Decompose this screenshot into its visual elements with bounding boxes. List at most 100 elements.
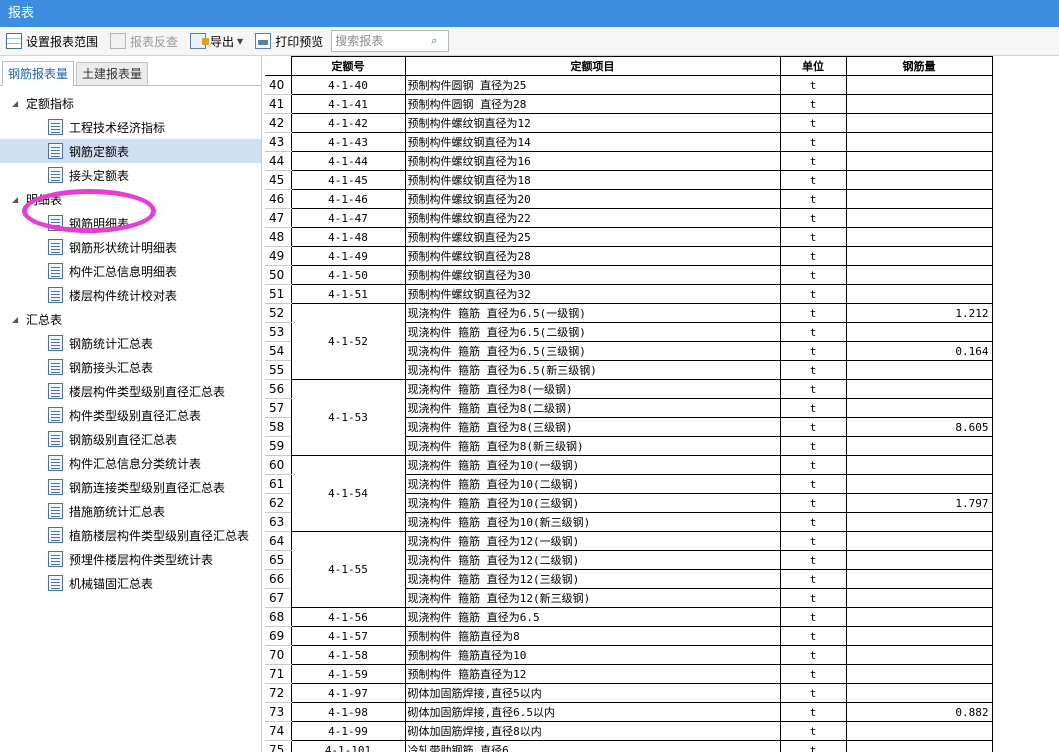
report-doc-icon (48, 359, 63, 375)
table-row[interactable]: 56 4-1-53 现浇构件 箍筋 直径为8(一级钢) t (265, 379, 993, 456)
table-row[interactable]: 71 4-1-59 预制构件 箍筋直径为12 t (265, 664, 993, 684)
tree-item-planted-rebar-summary[interactable]: 植筋楼层构件类型级别直径汇总表 (0, 523, 261, 547)
table-row[interactable]: 43 4-1-43 预制构件螺纹钢直径为14 t (265, 132, 993, 152)
quota-item-cell: 砌体加固筋焊接,直径5以内 (404, 683, 781, 703)
unit-cell: t (779, 474, 847, 494)
table-row[interactable]: 42 4-1-42 预制构件螺纹钢直径为12 t (265, 113, 993, 133)
tree-item-rebar-shape-detail[interactable]: 钢筋形状统计明细表 (0, 235, 261, 259)
quota-item-cell: 现浇构件 箍筋 直径为12(新三级钢) (404, 588, 781, 608)
unit-cell: t (779, 189, 847, 209)
unit-cell: t (779, 284, 847, 304)
unit-cell: t (779, 303, 847, 323)
set-report-range-button[interactable]: 设置报表范围 (6, 30, 98, 52)
table-row[interactable]: 73 4-1-98 砌体加固筋焊接,直径6.5以内 t 0.882 (265, 702, 993, 722)
tree-group-summary[interactable]: ◢ 汇总表 (0, 307, 261, 331)
report-grid: 定额号 定额项目 单位 钢筋量 40 4-1-40 预制构件圆钢 直径为25 t 41 4… (265, 56, 1059, 752)
quota-item-cell: 冷轧带肋钢筋 直径6 (404, 740, 781, 752)
expand-triangle-icon[interactable]: ◢ (12, 99, 26, 108)
table-row[interactable]: 75 4-1-101 冷轧带肋钢筋 直径6 t (265, 740, 993, 752)
tree-item-floor-type-grade-diameter[interactable]: 楼层构件类型级别直径汇总表 (0, 379, 261, 403)
table-row[interactable]: 46 4-1-46 预制构件螺纹钢直径为20 t (265, 189, 993, 209)
rebar-qty-cell: 1.212 (845, 303, 993, 323)
quota-item-cell: 现浇构件 箍筋 直径为6.5 (404, 607, 781, 627)
expand-triangle-icon[interactable]: ◢ (12, 315, 26, 324)
row-number: 75 (265, 740, 291, 752)
row-number: 67 (265, 588, 291, 608)
unit-cell: t (779, 740, 847, 752)
tree-item-rebar-quota[interactable]: 钢筋定额表 (0, 139, 261, 163)
report-range-icon (6, 33, 22, 49)
tree-item-label: 楼层构件类型级别直径汇总表 (69, 384, 226, 399)
tree-item-label: 植筋楼层构件类型级别直径汇总表 (69, 528, 250, 543)
table-row[interactable]: 72 4-1-97 砌体加固筋焊接,直径5以内 t (265, 683, 993, 703)
tree-item-connection-type-grade-diameter[interactable]: 钢筋连接类型级别直径汇总表 (0, 475, 261, 499)
tree-item-component-category-stat[interactable]: 构件汇总信息分类统计表 (0, 451, 261, 475)
tree-group-detail[interactable]: ◢ 明细表 (0, 187, 261, 211)
table-row[interactable]: 60 4-1-54 现浇构件 箍筋 直径为10(一级钢) t (265, 455, 993, 532)
quota-item-cell: 现浇构件 箍筋 直径为12(三级钢) (404, 569, 781, 589)
tree-item-mechanical-anchor-summary[interactable]: 机械锚固汇总表 (0, 571, 261, 595)
tree-item-embedded-part-stat[interactable]: 预埋件楼层构件类型统计表 (0, 547, 261, 571)
table-row[interactable]: 68 4-1-56 现浇构件 箍筋 直径为6.5 t (265, 607, 993, 627)
row-number: 74 (265, 721, 291, 741)
tree-item-floor-component-check[interactable]: 楼层构件统计校对表 (0, 283, 261, 307)
report-doc-icon (48, 215, 63, 231)
table-row[interactable]: 40 4-1-40 预制构件圆钢 直径为25 t (265, 75, 993, 95)
row-number: 49 (265, 246, 291, 266)
tree-group-quota-index[interactable]: ◢ 定额指标 (0, 91, 261, 115)
quota-item-cell: 预制构件螺纹钢直径为12 (404, 113, 781, 133)
row-number: 62 (265, 493, 291, 513)
table-row[interactable]: 45 4-1-45 预制构件螺纹钢直径为18 t (265, 170, 993, 190)
rebar-qty-cell (845, 569, 993, 589)
tree-item-joint-quota[interactable]: 接头定额表 (0, 163, 261, 187)
tab-civil-report[interactable]: 土建报表量 (76, 62, 149, 85)
table-row[interactable]: 44 4-1-44 预制构件螺纹钢直径为16 t (265, 151, 993, 171)
quota-code-cell: 4-1-42 (290, 113, 406, 133)
table-row[interactable]: 41 4-1-41 预制构件圆钢 直径为28 t (265, 94, 993, 114)
table-row[interactable]: 70 4-1-58 预制构件 箍筋直径为10 t (265, 645, 993, 665)
tree-item-label: 钢筋明细表 (69, 216, 130, 231)
window-title: 报表 (8, 6, 35, 21)
row-number: 71 (265, 664, 291, 684)
tree-item-rebar-joint-summary[interactable]: 钢筋接头汇总表 (0, 355, 261, 379)
table-row[interactable]: 64 4-1-55 现浇构件 箍筋 直径为12(一级钢) t (265, 531, 993, 608)
table-row[interactable]: 49 4-1-49 预制构件螺纹钢直径为28 t (265, 246, 993, 266)
row-number: 50 (265, 265, 291, 285)
tree-item-rebar-stat-summary[interactable]: 钢筋统计汇总表 (0, 331, 261, 355)
quota-item-cell: 现浇构件 箍筋 直径为8(新三级钢) (404, 436, 781, 456)
report-reverse-button[interactable]: 报表反查 (110, 30, 178, 52)
table-row[interactable]: 51 4-1-51 预制构件螺纹钢直径为32 t (265, 284, 993, 304)
quota-item-cell: 预制构件螺纹钢直径为25 (404, 227, 781, 247)
tree-item-measure-rebar-summary[interactable]: 措施筋统计汇总表 (0, 499, 261, 523)
table-row[interactable]: 74 4-1-99 砌体加固筋焊接,直径8以内 t (265, 721, 993, 741)
rebar-qty-cell (845, 683, 993, 703)
table-row[interactable]: 50 4-1-50 预制构件螺纹钢直径为30 t (265, 265, 993, 285)
row-number: 54 (265, 341, 291, 361)
tab-rebar-report[interactable]: 钢筋报表量 (2, 61, 75, 86)
tree-item-label: 钢筋定额表 (69, 144, 130, 159)
tree-item-type-grade-diameter[interactable]: 构件类型级别直径汇总表 (0, 403, 261, 427)
expand-triangle-icon[interactable]: ◢ (12, 195, 26, 204)
unit-cell: t (779, 645, 847, 665)
unit-cell: t (779, 569, 847, 589)
quota-code-cell: 4-1-40 (290, 75, 406, 95)
search-icon[interactable]: ⌕ (431, 34, 437, 48)
tree-item-tech-econ-index[interactable]: 工程技术经济指标 (0, 115, 261, 139)
search-input[interactable] (335, 34, 432, 48)
rebar-qty-cell: 1.797 (845, 493, 993, 513)
table-row[interactable]: 52 4-1-52 现浇构件 箍筋 直径为6.5(一级钢) t 1.212 (265, 303, 993, 380)
export-button[interactable]: 导出 ▼ (190, 30, 243, 52)
row-number: 45 (265, 170, 291, 190)
print-preview-button[interactable]: 打印预览 (255, 30, 323, 52)
report-doc-icon (48, 335, 63, 351)
table-row[interactable]: 47 4-1-47 预制构件螺纹钢直径为22 t (265, 208, 993, 228)
table-row[interactable]: 69 4-1-57 预制构件 箍筋直径为8 t (265, 626, 993, 646)
tree-item-rebar-detail[interactable]: 钢筋明细表 (0, 211, 261, 235)
row-number: 69 (265, 626, 291, 646)
tree-item-grade-diameter[interactable]: 钢筋级别直径汇总表 (0, 427, 261, 451)
table-row[interactable]: 48 4-1-48 预制构件螺纹钢直径为25 t (265, 227, 993, 247)
tree-item-component-summary-detail[interactable]: 构件汇总信息明细表 (0, 259, 261, 283)
unit-cell: t (779, 436, 847, 456)
quota-item-cell: 现浇构件 箍筋 直径为10(新三级钢) (404, 512, 781, 532)
quota-code-cell: 4-1-44 (290, 151, 406, 171)
